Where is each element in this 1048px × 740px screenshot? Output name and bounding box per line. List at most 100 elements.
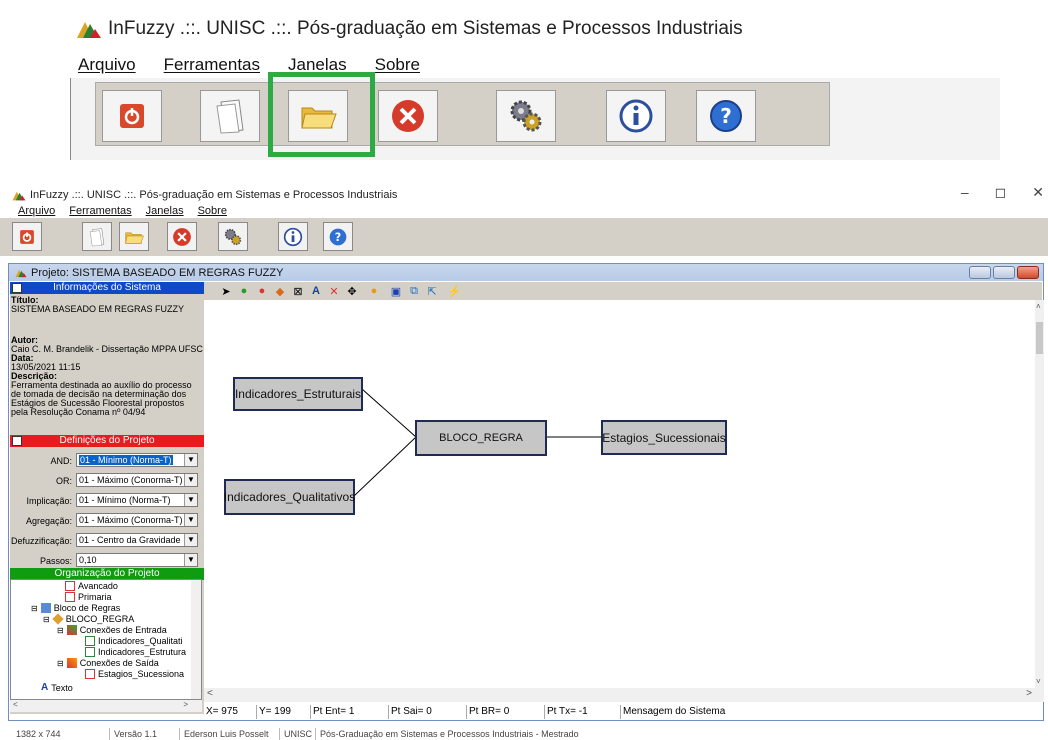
delete-icon: ✕: [329, 285, 339, 298]
or-select[interactable]: 01 - Máximo (Conorma-T) ▼: [76, 473, 198, 487]
save-tool[interactable]: ▣: [388, 283, 404, 299]
new-button[interactable]: [82, 222, 112, 251]
copy-tool[interactable]: ⧉: [406, 283, 422, 299]
project-window-title: Projeto: SISTEMA BASEADO EM REGRAS FUZZY: [31, 266, 284, 279]
tree-item-indicadores-estruturais[interactable]: Indicadores_Estrutura: [85, 647, 186, 657]
defuzzificacao-label: Defuzzificação:: [10, 536, 72, 546]
add-output-tool[interactable]: ●: [254, 283, 270, 299]
zoom-menu-ferramentas[interactable]: Ferramentas: [164, 55, 260, 75]
connection-icon: [66, 658, 77, 668]
close-project-button[interactable]: [167, 222, 197, 251]
text-tool[interactable]: A: [308, 283, 324, 299]
chevron-down-icon: ▼: [184, 454, 197, 466]
tree-item-label: Indicadores_Qualitati: [98, 636, 183, 646]
close-window-button[interactable]: ✕: [1032, 184, 1044, 201]
node-indicadores-estruturais[interactable]: Indicadores_Estruturais: [233, 377, 363, 411]
org-section-title: Organização do Projeto: [54, 568, 160, 579]
tree-item-texto[interactable]: A Texto: [41, 682, 73, 693]
wand-icon: ⚡: [447, 285, 461, 298]
move-tool[interactable]: ✥: [344, 283, 360, 299]
rule-icon: [65, 581, 75, 591]
menu-janelas[interactable]: Janelas: [146, 205, 184, 217]
defs-section-header[interactable]: Definições do Projeto: [10, 435, 204, 447]
window-controls: – ◻ ✕: [961, 184, 1044, 201]
child-close-button[interactable]: [1017, 266, 1039, 279]
menu-arquivo[interactable]: Arquivo: [18, 205, 55, 217]
zoom-close-button[interactable]: [378, 90, 438, 142]
collapse-icon: ⊟: [43, 614, 50, 624]
status-university: UNISC: [280, 728, 316, 740]
implicacao-select[interactable]: 01 - Mínimo (Norma-T) ▼: [76, 493, 198, 507]
canvas-hscrollbar[interactable]: < >: [204, 688, 1044, 702]
delete-tool[interactable]: ✕: [326, 283, 342, 299]
hand-icon: ●: [370, 285, 378, 297]
connect-tool[interactable]: ⊠: [290, 283, 306, 299]
tree-item-label: Primaria: [78, 592, 112, 602]
defuzzificacao-select[interactable]: 01 - Centro da Gravidade ▼: [76, 533, 198, 547]
autor-value: Caio C. M. Brandelik - Dissertação MPPA …: [11, 345, 204, 354]
zoomed-title: InFuzzy .::. UNISC .::. Pós-graduação em…: [76, 18, 743, 40]
defuzzificacao-value: 01 - Centro da Gravidade: [79, 535, 181, 545]
minimize-button[interactable]: –: [961, 184, 969, 201]
status-x: X= 975: [204, 705, 257, 719]
info-section-header[interactable]: Informações do Sistema: [10, 282, 204, 294]
tree-item-bloco-de-regras[interactable]: ⊟ Bloco de Regras: [31, 603, 120, 613]
tree-hscrollbar[interactable]: < >: [10, 700, 202, 712]
add-input-tool[interactable]: ●: [236, 283, 252, 299]
open-button-highlight: [268, 72, 375, 157]
agregacao-select[interactable]: 01 - Máximo (Conorma-T) ▼: [76, 513, 198, 527]
export-tool[interactable]: ⇱: [424, 283, 440, 299]
app-statusbar: 1382 x 744 Versão 1.1 Ederson Luis Posse…: [12, 728, 1042, 740]
pointer-tool[interactable]: ➤: [218, 283, 234, 299]
child-minimize-button[interactable]: [969, 266, 991, 279]
tree-item-estagios-sucessionais[interactable]: Estagios_Sucessiona: [85, 669, 184, 679]
zoom-menu-arquivo[interactable]: Arquivo: [78, 55, 136, 75]
tree-vscrollbar[interactable]: [191, 580, 201, 699]
zoom-power-button[interactable]: [102, 90, 162, 142]
help-button[interactable]: ?: [323, 222, 353, 251]
zoom-settings-button[interactable]: [496, 90, 556, 142]
zoom-menu-sobre[interactable]: Sobre: [375, 55, 420, 75]
zoom-new-button[interactable]: [200, 90, 260, 142]
status-pt-br: Pt BR= 0: [467, 705, 545, 719]
node-estagios-sucessionais[interactable]: Estagios_Sucessionais: [601, 420, 727, 455]
tree-item-avancado[interactable]: Avancado: [65, 581, 118, 591]
vscroll-thumb[interactable]: [1036, 322, 1043, 354]
collapse-icon: ⊟: [57, 625, 64, 635]
wand-tool[interactable]: ⚡: [446, 283, 462, 299]
new-document-icon: [89, 227, 105, 246]
run-tool[interactable]: ●: [366, 283, 382, 299]
tree-item-indicadores-qualitativos[interactable]: Indicadores_Qualitati: [85, 636, 183, 646]
add-block-tool[interactable]: ◆: [272, 283, 288, 299]
info-button[interactable]: [278, 222, 308, 251]
tree-item-label: Conexões de Saída: [79, 658, 159, 668]
design-canvas[interactable]: Indicadores_Estruturais Indicadores_Qual…: [204, 300, 1034, 687]
tree-item-conexoes-entrada[interactable]: ⊟ Conexões de Entrada: [57, 625, 167, 635]
scroll-right-icon: >: [1026, 688, 1032, 699]
canvas-vscrollbar[interactable]: ˄ ˅: [1035, 300, 1044, 688]
status-program: Pós-Graduação em Sistemas e Processos In…: [320, 729, 579, 739]
tree-item-primaria[interactable]: Primaria: [65, 592, 112, 602]
agregacao-value: 01 - Máximo (Conorma-T): [79, 515, 183, 525]
power-button[interactable]: [12, 222, 42, 251]
infuzzy-logo-icon: [12, 191, 26, 200]
app-title: InFuzzy .::. UNISC .::. Pós-graduação em…: [12, 189, 397, 201]
zoom-help-button[interactable]: ?: [696, 90, 756, 142]
child-restore-button[interactable]: [993, 266, 1015, 279]
and-select[interactable]: 01 - Mínimo (Norma-T) ▼: [76, 453, 198, 467]
info-icon: [619, 99, 653, 133]
zoom-info-button[interactable]: [606, 90, 666, 142]
menu-sobre[interactable]: Sobre: [198, 205, 227, 217]
menu-ferramentas[interactable]: Ferramentas: [69, 205, 131, 217]
node-bloco-regra[interactable]: BLOCO_REGRA: [415, 420, 547, 456]
settings-button[interactable]: [218, 222, 248, 251]
tree-item-bloco-regra[interactable]: ⊟ BLOCO_REGRA: [43, 613, 134, 625]
chevron-down-icon: ▼: [184, 554, 197, 566]
passos-select[interactable]: 0,10 ▼: [76, 553, 198, 567]
passos-label: Passos:: [39, 556, 72, 566]
node-indicadores-qualitativos[interactable]: Indicadores_Qualitativos: [224, 479, 355, 515]
tree-item-conexoes-saida[interactable]: ⊟ Conexões de Saída: [57, 658, 159, 668]
open-button[interactable]: [119, 222, 149, 251]
maximize-button[interactable]: ◻: [995, 184, 1007, 201]
text-tool-icon: A: [312, 285, 320, 297]
